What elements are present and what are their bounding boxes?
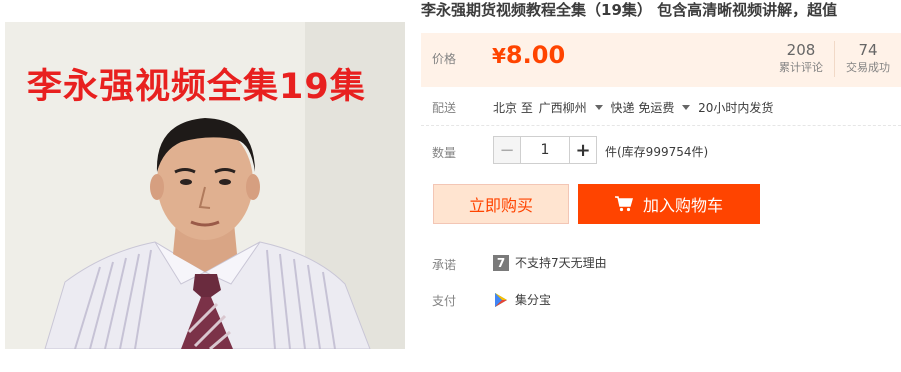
quantity-decrease-button[interactable]: −: [493, 136, 521, 164]
payment-info: 集分宝: [493, 291, 551, 308]
shipping-method: 快递 免运费: [610, 101, 675, 115]
jifenbao-icon: [495, 292, 507, 307]
quantity-increase-button[interactable]: +: [569, 136, 597, 164]
product-image[interactable]: 李永强视频全集19集: [5, 22, 405, 349]
image-banner-text: 李永强视频全集19集: [27, 67, 366, 107]
promise-text[interactable]: 不支持7天无理由: [515, 254, 607, 271]
promise-label: 承诺: [432, 258, 457, 272]
price-currency: ¥: [492, 44, 506, 68]
add-to-cart-button[interactable]: 加入购物车: [578, 184, 760, 224]
add-to-cart-label: 加入购物车: [642, 196, 723, 215]
shipping-destination-select[interactable]: 广西柳州: [539, 101, 605, 115]
payment-label: 支付: [432, 294, 457, 308]
stock-info: 件(库存999754件): [605, 145, 709, 159]
deals-count: 74: [858, 41, 878, 59]
reviews-label: 累计评论: [779, 61, 823, 74]
reviews-count: 208: [786, 41, 816, 59]
shipping-label: 配送: [432, 101, 457, 115]
shipping-dispatch: 20小时内发货: [698, 101, 774, 115]
price-value: ¥8.00: [492, 41, 565, 69]
divider: [421, 125, 901, 126]
shipping-info: 北京 至 广西柳州 快递 免运费 20小时内发货: [493, 99, 775, 116]
product-title: 李永强期货视频教程全集（19集） 包含高清晰视频讲解，超值: [421, 1, 838, 19]
shipping-destination: 广西柳州: [538, 101, 587, 115]
reviews-stat[interactable]: 208 累计评论: [771, 40, 831, 76]
price-box: 价格 ¥8.00 208 累计评论 74 交易成功: [421, 33, 901, 87]
shipping-from: 北京 至: [493, 101, 533, 115]
stat-divider: [834, 41, 835, 77]
quantity-input[interactable]: 1: [521, 136, 569, 164]
cart-icon: [614, 196, 633, 212]
price-amount: 8.00: [505, 41, 566, 69]
seven-day-icon: 7: [493, 254, 509, 271]
deals-label: 交易成功: [846, 61, 890, 74]
price-label: 价格: [432, 52, 457, 66]
promise-info: 7 不支持7天无理由: [493, 254, 607, 271]
quantity-stepper: − 1 +: [493, 136, 597, 164]
buy-now-button[interactable]: 立即购买: [433, 184, 569, 224]
quantity-label: 数量: [432, 146, 457, 160]
shipping-method-select[interactable]: 快递 免运费: [611, 101, 693, 115]
deals-stat: 74 交易成功: [838, 40, 898, 76]
chevron-down-icon: [682, 105, 691, 110]
payment-method[interactable]: 集分宝: [515, 291, 551, 308]
chevron-down-icon: [594, 105, 603, 110]
